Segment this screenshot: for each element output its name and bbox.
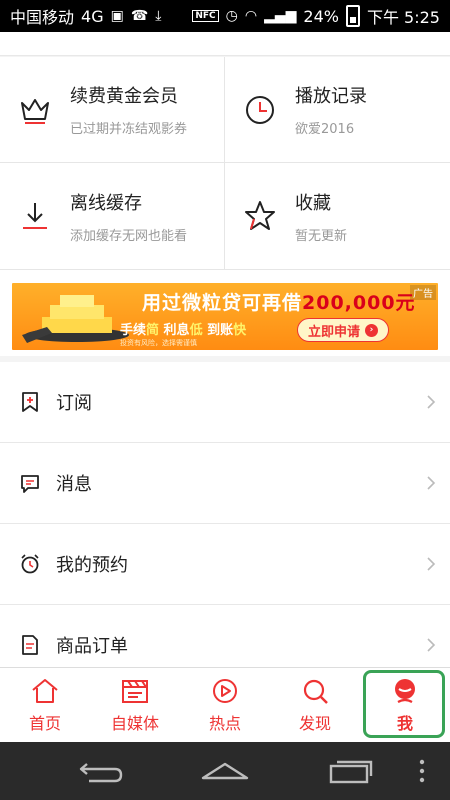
grid-item-subtitle: 添加缓存无网也能看 <box>70 228 188 244</box>
grid-item-favorites[interactable]: 收藏 暂无更新 <box>225 163 450 269</box>
clock-time: 下午 5:25 <box>366 8 440 27</box>
status-bar: 中国移动 4G ▣ ☎ ⤓ NFC ◷ ◠ ▂▄▆ 24% 下午 5:25 <box>0 0 450 32</box>
list-item-label: 消息 <box>56 474 92 495</box>
bookmark-icon <box>22 392 38 412</box>
list-item-label: 我的预约 <box>56 555 128 576</box>
grid-item-title: 播放记录 <box>295 86 367 107</box>
nfc-icon: NFC <box>192 10 219 22</box>
tab-highlight-box <box>363 670 445 738</box>
missed-call-icon: ☎ <box>130 8 149 24</box>
arrow-right-icon: › <box>365 323 379 337</box>
ad-feature-text: 利息 <box>159 323 190 338</box>
list-item-label: 订阅 <box>56 393 92 414</box>
ad-headline-text: 用过微粒贷可再借 <box>142 292 303 314</box>
ad-section: 广告 用过微粒贷可再借200,000元 手续简 利息低 到账快 投资有风险，选择… <box>0 270 450 356</box>
battery-icon <box>345 5 360 27</box>
bottom-tab-bar: 首页 自媒体 热点 发现 我 <box>0 667 450 742</box>
chevron-right-icon <box>427 395 436 409</box>
network-type: 4G <box>81 6 104 26</box>
tab-label: 首页 <box>28 714 61 733</box>
list-item-messages[interactable]: 消息 <box>0 443 450 524</box>
grid-item-gold-membership[interactable]: 续费黄金会员 已过期并冻结观影券 <box>0 57 225 163</box>
clapper-icon <box>122 680 148 703</box>
chevron-right-icon <box>427 557 436 571</box>
clock-icon <box>246 95 274 124</box>
home-nav-icon[interactable] <box>200 756 250 786</box>
tab-discover[interactable]: 发现 <box>270 668 360 742</box>
gold-coins-image <box>22 295 129 343</box>
back-icon[interactable] <box>75 756 125 786</box>
recents-icon[interactable] <box>325 756 375 786</box>
discover-icon <box>303 679 328 704</box>
ad-apply-label: 立即申请 <box>308 324 361 340</box>
chevron-right-icon <box>427 638 436 652</box>
ad-disclaimer: 投资有风险，选择需谨慎 <box>120 339 197 347</box>
tab-label: 自媒体 <box>110 714 159 733</box>
ad-banner[interactable]: 广告 用过微粒贷可再借200,000元 手续简 利息低 到账快 投资有风险，选择… <box>12 283 438 350</box>
chevron-right-icon <box>427 476 436 490</box>
ad-feature-text: 手续 <box>120 323 147 338</box>
ad-apply-button[interactable]: 立即申请 › <box>297 318 390 342</box>
alarm-icon <box>21 554 39 574</box>
top-strip <box>0 32 450 56</box>
battery-percent: 24% <box>303 6 339 26</box>
ad-feature-highlight: 简 <box>146 323 160 338</box>
ad-headline: 用过微粒贷可再借200,000元 <box>142 288 416 315</box>
download-status-icon: ⤓ <box>155 8 162 24</box>
ad-feature-highlight: 低 <box>189 323 203 338</box>
alarm-status-icon: ◷ <box>225 8 238 24</box>
menu-list: 订阅 消息 我的预约 商品订单 <box>0 362 450 685</box>
list-item-reservations[interactable]: 我的预约 <box>0 524 450 605</box>
sim-alert-icon: ▣ <box>110 8 124 24</box>
feature-grid: 续费黄金会员 已过期并冻结观影券 播放记录 欲爱2016 离线缓存 添加缓存无网… <box>0 57 450 270</box>
tab-hot[interactable]: 热点 <box>180 668 270 742</box>
grid-item-title: 收藏 <box>295 192 331 214</box>
ad-amount: 200,000元 <box>302 292 416 314</box>
ad-features: 手续简 利息低 到账快 <box>120 319 246 338</box>
order-icon <box>22 635 38 655</box>
tab-label: 发现 <box>298 714 331 733</box>
message-icon <box>21 475 39 493</box>
wifi-icon: ◠ <box>244 8 258 24</box>
grid-item-subtitle: 已过期并冻结观影券 <box>70 122 188 137</box>
tab-we-media[interactable]: 自媒体 <box>90 668 180 742</box>
carrier-name: 中国移动 <box>10 8 75 27</box>
ad-feature-text: 到账 <box>202 323 234 338</box>
grid-item-subtitle: 欲爱2016 <box>295 122 355 137</box>
tab-home[interactable]: 首页 <box>0 668 90 742</box>
grid-item-subtitle: 暂无更新 <box>295 228 348 244</box>
more-options-icon[interactable] <box>412 756 432 786</box>
grid-item-offline-cache[interactable]: 离线缓存 添加缓存无网也能看 <box>0 163 225 269</box>
tab-me[interactable]: 我 <box>360 668 450 742</box>
grid-item-play-history[interactable]: 播放记录 欲爱2016 <box>225 57 450 163</box>
star-icon <box>245 201 275 230</box>
download-icon <box>23 203 47 229</box>
list-item-label: 商品订单 <box>56 636 128 657</box>
list-item-subscribe[interactable]: 订阅 <box>0 362 450 443</box>
crown-icon <box>21 98 49 124</box>
home-icon <box>32 679 58 703</box>
grid-item-title: 续费黄金会员 <box>70 86 178 107</box>
android-nav-bar <box>0 742 450 800</box>
play-icon <box>213 679 237 703</box>
ad-feature-highlight: 快 <box>233 323 247 338</box>
tab-label: 热点 <box>208 714 241 733</box>
signal-icon: ▂▄▆ <box>264 8 297 24</box>
grid-item-title: 离线缓存 <box>70 192 142 214</box>
